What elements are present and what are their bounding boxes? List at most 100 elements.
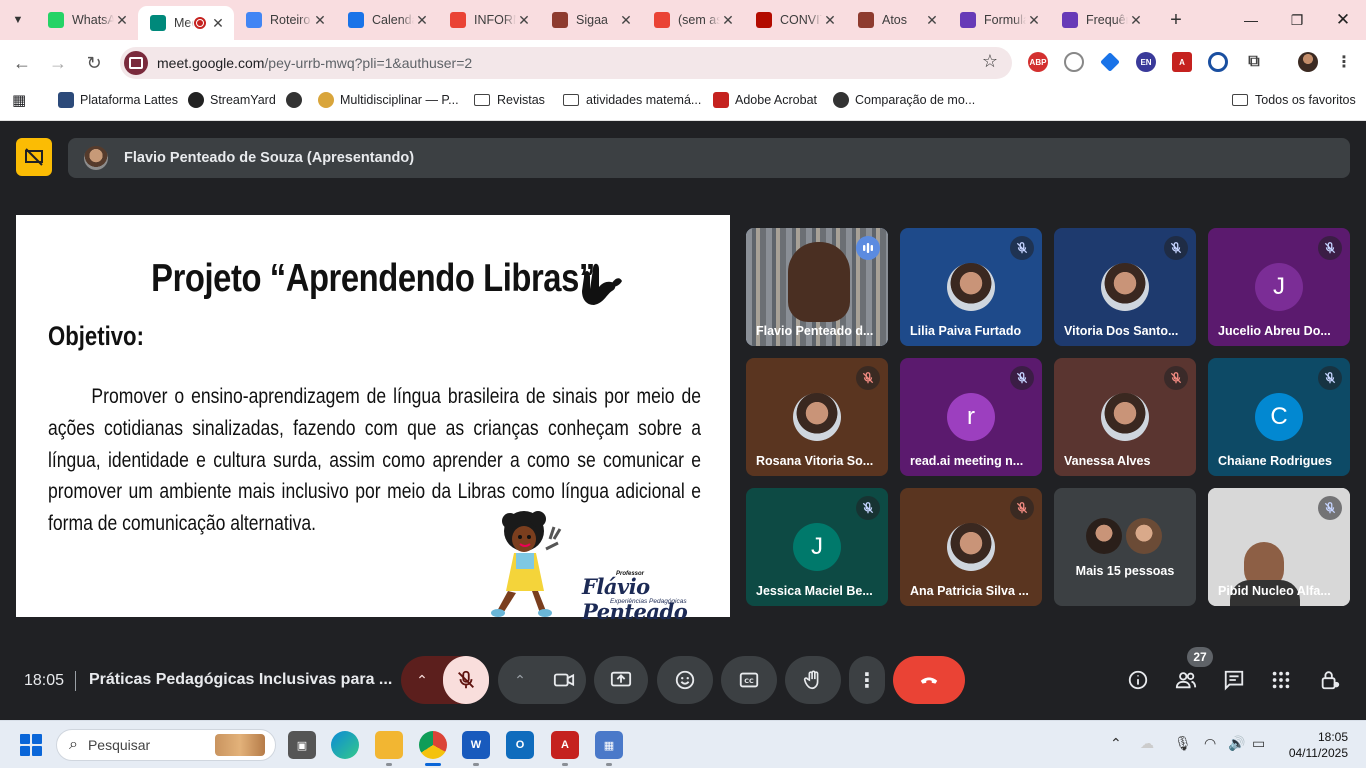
kebab-menu-icon[interactable]: ⋮ — [1334, 52, 1354, 72]
more-participants-tile[interactable]: Mais 15 pessoas — [1054, 488, 1196, 606]
browser-tab[interactable]: Frequência✕ — [1050, 0, 1152, 40]
back-button[interactable]: ← — [7, 48, 37, 78]
captions-button[interactable]: CC — [721, 656, 777, 704]
circle-extension-icon[interactable] — [1208, 52, 1228, 72]
bookmark-multidisciplinar[interactable]: Multidisciplinar — P... — [318, 86, 459, 114]
people-button[interactable] — [1170, 664, 1202, 696]
minimize-button[interactable]: — — [1228, 0, 1274, 40]
close-tab-icon[interactable]: ✕ — [414, 12, 430, 29]
task-view-icon[interactable]: ▣ — [288, 731, 316, 759]
acrobat-icon[interactable]: A — [551, 731, 579, 759]
browser-tab[interactable]: Meet ✕ — [138, 6, 234, 40]
bookmark-globe[interactable] — [286, 86, 308, 114]
participant-tile[interactable]: r read.ai meeting n... — [900, 358, 1042, 476]
participant-tile[interactable]: Ana Patricia Silva ... — [900, 488, 1042, 606]
browser-tab[interactable]: Atos ✕ — [846, 0, 948, 40]
host-controls-button[interactable] — [1314, 664, 1346, 696]
new-tab-button[interactable]: + — [1160, 4, 1192, 36]
mic-options-button[interactable]: ⌃ — [401, 656, 443, 704]
activities-button[interactable] — [1265, 664, 1297, 696]
stop-presenting-badge[interactable] — [16, 138, 52, 176]
close-tab-icon[interactable]: ✕ — [312, 12, 328, 29]
browser-tab[interactable]: Sigaa ✕ — [540, 0, 642, 40]
close-tab-icon[interactable]: ✕ — [924, 12, 940, 29]
browser-tab[interactable]: CONVITE✕ — [744, 0, 846, 40]
file-explorer-icon[interactable] — [375, 731, 403, 759]
close-tab-icon[interactable]: ✕ — [210, 15, 226, 32]
bookmark-streamyard[interactable]: StreamYard — [188, 86, 276, 114]
participant-tile[interactable]: Lilia Paiva Furtado — [900, 228, 1042, 346]
edge-icon[interactable] — [331, 731, 359, 759]
camera-toggle-button[interactable] — [542, 656, 586, 704]
acrobat-extension-icon[interactable]: A — [1172, 52, 1192, 72]
microphone-tray-icon[interactable]: 🎙 — [1174, 735, 1192, 752]
bookmark-comparacao[interactable]: Comparação de mo... — [833, 86, 975, 114]
all-bookmarks-folder[interactable]: Todos os favoritos — [1232, 86, 1356, 114]
browser-tab[interactable]: Formulário✕ — [948, 0, 1050, 40]
word-icon[interactable]: W — [462, 731, 490, 759]
tab-strip: ▼ WhatsApp✕Meet✕Roteiro✕Calendário✕INFOR… — [0, 0, 1366, 40]
browser-tab[interactable]: WhatsApp✕ — [36, 0, 138, 40]
forward-button[interactable]: → — [43, 48, 73, 78]
participant-tile[interactable]: J Jucelio Abreu Do... — [1208, 228, 1350, 346]
bookmark-star-icon[interactable]: ☆ — [982, 51, 998, 72]
browser-tab[interactable]: Roteiro ✕ — [234, 0, 336, 40]
browser-tab[interactable]: INFORMAÇÕES✕ — [438, 0, 540, 40]
chrome-icon[interactable] — [419, 731, 447, 759]
mic-toggle-button[interactable] — [443, 656, 489, 704]
close-tab-icon[interactable]: ✕ — [1128, 12, 1144, 29]
bookmark-atividades[interactable]: atividades matemá... — [563, 86, 701, 114]
shield-extension-icon[interactable] — [1064, 52, 1084, 72]
volume-icon[interactable]: 🔊 — [1228, 735, 1245, 752]
participant-tile[interactable]: J Jessica Maciel Be... — [746, 488, 888, 606]
present-screen-button[interactable] — [594, 656, 648, 704]
close-tab-icon[interactable]: ✕ — [1026, 12, 1042, 29]
calculator-icon[interactable]: ▦ — [595, 731, 623, 759]
browser-tab[interactable]: Calendário✕ — [336, 0, 438, 40]
participant-tile[interactable]: Flavio Penteado d... — [746, 228, 888, 346]
taskbar-search[interactable]: ⌕ Pesquisar — [56, 729, 276, 761]
participant-tile[interactable]: Pibid Nucleo Alfa... — [1208, 488, 1350, 606]
participant-tile[interactable]: Vanessa Alves — [1054, 358, 1196, 476]
puzzle-extensions-icon[interactable]: ⧉ — [1244, 52, 1264, 72]
participant-tile[interactable]: Rosana Vitoria So... — [746, 358, 888, 476]
bookmark-acrobat[interactable]: Adobe Acrobat — [713, 86, 817, 114]
tab-search-button[interactable]: ▼ — [0, 0, 36, 40]
address-bar[interactable]: meet.google.com/pey-urrb-mwq?pli=1&authu… — [120, 47, 1012, 79]
close-window-button[interactable]: ✕ — [1320, 0, 1366, 40]
bookmark-lattes[interactable]: Plataforma Lattes — [58, 86, 178, 114]
close-tab-icon[interactable]: ✕ — [516, 12, 532, 29]
cloud-icon[interactable]: ☁ — [1140, 735, 1154, 752]
chat-button[interactable] — [1218, 664, 1250, 696]
bookmark-revistas[interactable]: Revistas — [474, 86, 545, 114]
participant-tile[interactable]: Vitoria Dos Santo... — [1054, 228, 1196, 346]
windows-start-button[interactable] — [20, 734, 42, 756]
close-tab-icon[interactable]: ✕ — [114, 12, 130, 29]
reactions-button[interactable] — [657, 656, 713, 704]
tray-overflow-chevron-icon[interactable]: ⌃ — [1110, 735, 1122, 752]
camera-site-icon[interactable] — [124, 51, 148, 75]
leave-call-button[interactable] — [893, 656, 965, 704]
adblock-extension-icon[interactable]: ABP — [1028, 52, 1048, 72]
wifi-icon[interactable]: ◠ — [1204, 735, 1216, 752]
profile-avatar[interactable] — [1298, 52, 1318, 72]
close-tab-icon[interactable]: ✕ — [618, 12, 634, 29]
more-options-button[interactable]: ⋮ — [849, 656, 885, 704]
participant-avatar-letter: C — [1255, 393, 1303, 441]
battery-icon[interactable]: ▭ — [1252, 735, 1265, 752]
language-extension-icon[interactable]: EN — [1136, 52, 1156, 72]
browser-tab[interactable]: (sem assunto)✕ — [642, 0, 744, 40]
diamond-extension-icon[interactable] — [1100, 52, 1120, 72]
raise-hand-button[interactable] — [785, 656, 841, 704]
url-text[interactable]: meet.google.com/pey-urrb-mwq?pli=1&authu… — [157, 55, 472, 71]
reload-button[interactable]: ↻ — [79, 48, 109, 78]
close-tab-icon[interactable]: ✕ — [822, 12, 838, 29]
system-clock[interactable]: 18:05 04/11/2025 — [1289, 729, 1348, 761]
apps-grid-button[interactable]: ▦ — [12, 86, 26, 114]
meeting-details-button[interactable] — [1122, 664, 1154, 696]
outlook-icon[interactable]: O — [506, 731, 534, 759]
close-tab-icon[interactable]: ✕ — [720, 12, 736, 29]
camera-options-button[interactable]: ⌃ — [498, 656, 542, 704]
participant-tile[interactable]: C Chaiane Rodrigues — [1208, 358, 1350, 476]
restore-button[interactable]: ❐ — [1274, 0, 1320, 40]
